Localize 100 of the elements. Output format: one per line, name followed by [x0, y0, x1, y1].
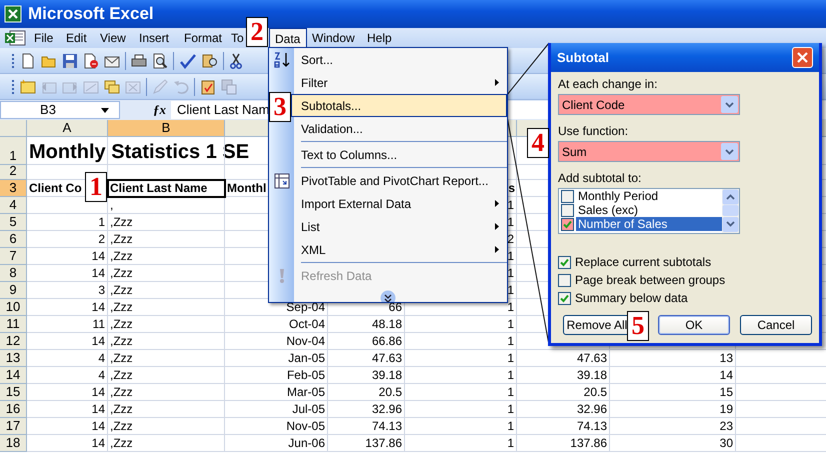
table-cell-text: 1 — [507, 283, 515, 298]
checkbox[interactable] — [558, 292, 571, 304]
close-button[interactable] — [792, 47, 813, 68]
menu-item[interactable]: Filter — [269, 71, 507, 94]
table-cell-text: 1 — [507, 215, 515, 230]
toolbar-grip-icon[interactable] — [12, 52, 15, 68]
checkbox[interactable] — [558, 256, 571, 268]
toolbar-grip-icon[interactable] — [12, 78, 15, 94]
checkbox[interactable] — [561, 190, 574, 202]
column-option[interactable]: Sales (exc) — [576, 203, 722, 217]
row-header[interactable]: 1 — [0, 137, 27, 165]
excel-logo-icon — [4, 5, 22, 23]
row-header[interactable]: 4 — [0, 197, 27, 214]
menu-item[interactable]: Insert — [134, 28, 179, 48]
new-note-icon[interactable] — [20, 78, 36, 94]
print-icon[interactable] — [131, 52, 147, 68]
row-header[interactable]: 6 — [0, 231, 27, 248]
table-cell-text: ,Zzz — [109, 402, 133, 417]
menu-item[interactable]: Data — [269, 28, 307, 48]
table-cell-text: 14 — [92, 436, 106, 451]
table-cell-text: 32.96 — [576, 402, 608, 417]
print-preview-icon[interactable] — [152, 52, 168, 68]
menu-item[interactable]: Import External Data — [269, 192, 507, 215]
expand-chevron-icon[interactable] — [380, 290, 396, 302]
save-icon[interactable] — [62, 52, 78, 68]
excel-sheet-icon[interactable] — [4, 30, 26, 46]
table-cell-text: ,Zzz — [109, 317, 133, 332]
table-cell-text: 1 — [507, 419, 515, 434]
row-header[interactable]: 16 — [0, 401, 27, 418]
column-header[interactable]: A — [27, 120, 108, 137]
column-option[interactable]: Monthly Period — [576, 189, 722, 203]
table-cell-text: Nov-04 — [286, 334, 326, 349]
menu-item[interactable]: Sort... — [269, 48, 507, 71]
scrollbar-icon[interactable] — [722, 189, 739, 233]
dropdown-field[interactable]: Sum — [558, 141, 740, 162]
table-cell-text: 20.5 — [584, 385, 608, 400]
row-header[interactable]: 17 — [0, 418, 27, 435]
row-header[interactable]: 18 — [0, 435, 27, 452]
dropdown-arrow-icon[interactable] — [101, 108, 109, 112]
table-cell-text: Nov-05 — [286, 419, 326, 434]
clipboard-check-icon[interactable] — [200, 78, 216, 94]
table-cell-text: 66.86 — [372, 334, 403, 349]
row-header[interactable]: 3 — [0, 180, 27, 197]
formula-field[interactable]: Client Last Nam — [177, 100, 270, 120]
checkbox[interactable] — [561, 204, 574, 216]
row-header[interactable]: 13 — [0, 350, 27, 367]
new-document-icon[interactable] — [20, 52, 36, 68]
dialog-button[interactable]: Cancel — [740, 315, 812, 335]
table-cell-text: 3 — [98, 283, 106, 298]
table-cell-text: ,Zzz — [109, 436, 133, 451]
menu-item[interactable]: File — [29, 28, 61, 48]
menu-item[interactable]: Subtotals... — [291, 94, 507, 117]
menu-item[interactable]: Window — [307, 28, 362, 48]
name-box[interactable]: B3 — [0, 101, 120, 119]
exclamation-icon — [278, 268, 286, 284]
row-header[interactable]: 10 — [0, 299, 27, 316]
row-header[interactable]: 5 — [0, 214, 27, 231]
dropdown-field[interactable]: Client Code — [558, 94, 740, 115]
menu-item[interactable]: XML — [269, 238, 507, 261]
leader-line — [506, 42, 550, 96]
step-number: 3 — [269, 92, 291, 122]
column-option[interactable]: Number of Sales — [576, 217, 722, 231]
stacked-notes-icon[interactable] — [104, 78, 120, 94]
menu-item[interactable]: Format — [179, 28, 226, 48]
document-stop-icon[interactable] — [83, 52, 99, 68]
row-header[interactable]: 11 — [0, 316, 27, 333]
table-cell-text: 1 — [98, 215, 106, 230]
table-cell-text: 39.18 — [372, 368, 403, 383]
menu-item[interactable]: List — [269, 215, 507, 238]
table-cell-text: 14 — [92, 249, 106, 264]
list-box[interactable]: Monthly Period Sales (exc) Number of Sales — [558, 188, 740, 234]
row-header[interactable]: 7 — [0, 248, 27, 265]
menu-item[interactable]: PivotTable and PivotChart Report... — [269, 169, 507, 192]
table-cell-text: 14 — [92, 300, 106, 315]
row-header[interactable]: 9 — [0, 282, 27, 299]
table-cell-text: , — [109, 198, 114, 213]
scissors-icon[interactable] — [229, 52, 243, 68]
menu-item[interactable]: Text to Columns... — [269, 143, 507, 166]
checkbox[interactable] — [558, 274, 571, 286]
table-cell-text: 137.86 — [570, 436, 608, 451]
menu-item[interactable]: Help — [362, 28, 402, 48]
function-icon[interactable]: ƒx — [153, 100, 166, 120]
row-header[interactable]: 14 — [0, 367, 27, 384]
row-header[interactable]: 8 — [0, 265, 27, 282]
column-header[interactable]: B — [108, 120, 225, 137]
spelling-check-icon[interactable] — [179, 52, 197, 68]
row-header[interactable]: 15 — [0, 384, 27, 401]
table-cell-text: Jul-05 — [292, 402, 326, 417]
table-cell-text: 4 — [98, 368, 106, 383]
row-header[interactable]: 2 — [0, 165, 27, 180]
menu-item[interactable]: Edit — [61, 28, 95, 48]
menu-item[interactable]: View — [95, 28, 134, 48]
window-title: Microsoft Excel — [28, 3, 154, 26]
close-icon[interactable] — [797, 52, 808, 63]
table-cell-text: 1 — [507, 300, 515, 315]
active-cell[interactable]: Client Last Name — [108, 180, 225, 197]
row-header[interactable]: 12 — [0, 333, 27, 350]
book-search-icon[interactable] — [202, 52, 218, 68]
checkbox[interactable] — [561, 218, 574, 230]
dialog-button[interactable]: OK — [658, 315, 730, 335]
